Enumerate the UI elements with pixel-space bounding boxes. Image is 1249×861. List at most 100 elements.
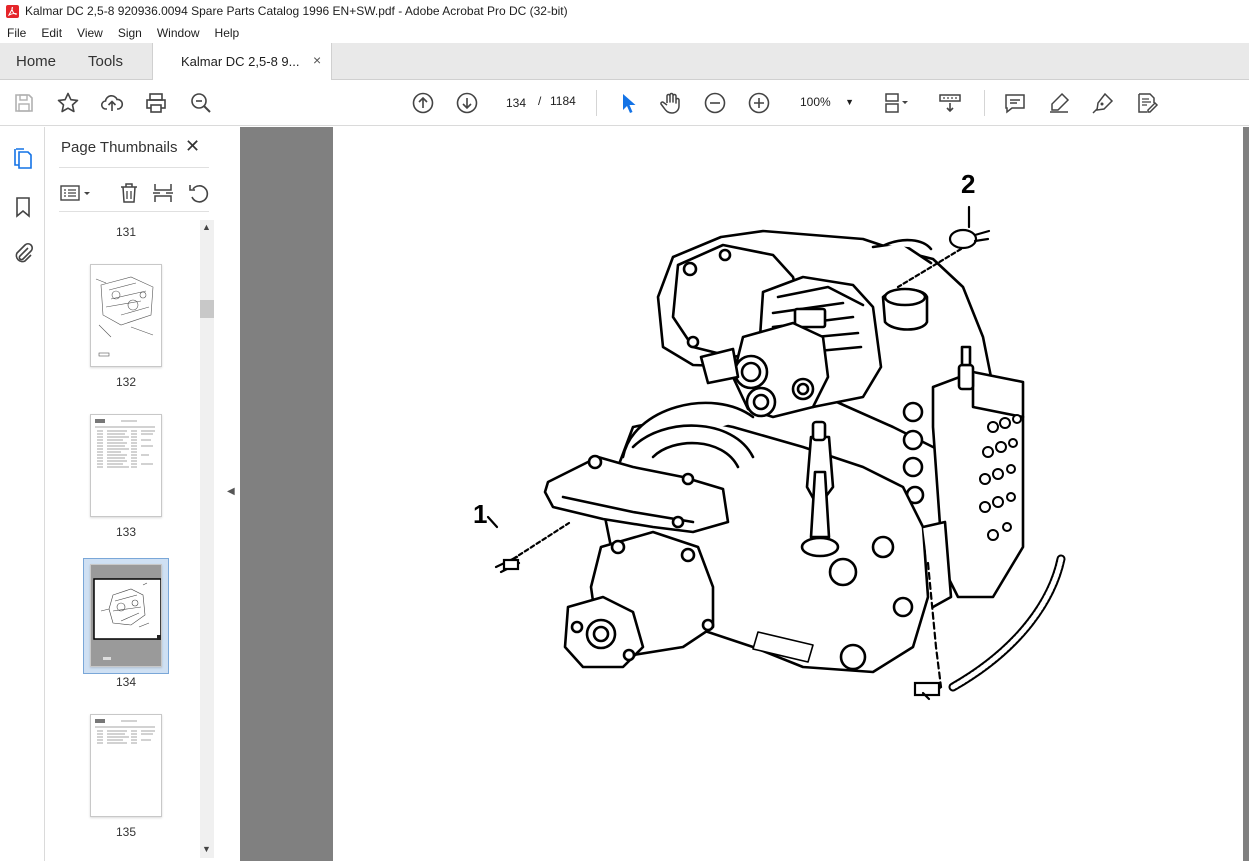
page-total: 1184 bbox=[550, 94, 576, 108]
panel-title: Page Thumbnails bbox=[61, 139, 178, 156]
save-icon bbox=[15, 94, 33, 112]
menu-window[interactable]: Window bbox=[150, 26, 208, 40]
thumbnail-page-133[interactable] bbox=[90, 414, 162, 517]
thumbnail-scrollbar[interactable]: ▲ ▼ bbox=[200, 220, 214, 858]
arrow-up-circle-icon bbox=[412, 92, 434, 114]
delete-page-button[interactable] bbox=[117, 181, 141, 205]
thumbnail-page-135[interactable] bbox=[90, 714, 162, 817]
rotate-icon bbox=[189, 185, 209, 203]
pdf-page: 1 2 bbox=[333, 127, 1243, 861]
toolbar-divider bbox=[984, 90, 985, 116]
arrow-down-circle-icon bbox=[456, 92, 478, 114]
collapse-panel-icon[interactable]: ◀ bbox=[227, 486, 235, 497]
bookmark-star-button[interactable] bbox=[56, 91, 80, 115]
save-button[interactable] bbox=[12, 91, 36, 115]
title-bar: Kalmar DC 2,5-8 920936.0094 Spare Parts … bbox=[0, 0, 1249, 22]
panel-toolbar bbox=[59, 181, 209, 209]
comment-button[interactable] bbox=[1003, 91, 1027, 115]
acrobat-app-icon bbox=[6, 4, 19, 18]
scroll-up-icon[interactable]: ▲ bbox=[202, 222, 211, 232]
minus-circle-icon bbox=[704, 92, 726, 114]
cloud-upload-icon bbox=[100, 95, 124, 111]
find-text-button[interactable] bbox=[189, 91, 213, 115]
hand-tool-button[interactable] bbox=[659, 91, 683, 115]
pages-icon bbox=[14, 148, 32, 169]
scroll-mode-button[interactable] bbox=[938, 91, 962, 115]
page-separator: / bbox=[538, 94, 542, 108]
comment-icon bbox=[1005, 94, 1025, 114]
toolbar-divider bbox=[596, 90, 597, 116]
chevron-down-icon: ▼ bbox=[845, 97, 854, 107]
thumbnail-label: 133 bbox=[115, 525, 137, 539]
plus-circle-icon bbox=[748, 92, 770, 114]
document-view: 1 2 bbox=[240, 127, 1249, 861]
attachments-toggle[interactable] bbox=[11, 241, 35, 265]
thumbnail-page-132[interactable] bbox=[90, 264, 162, 367]
printer-icon bbox=[146, 93, 166, 113]
panel-divider bbox=[59, 211, 209, 212]
window-title: Kalmar DC 2,5-8 920936.0094 Spare Parts … bbox=[25, 4, 568, 18]
thumbnail-label: 132 bbox=[115, 375, 137, 389]
scroll-down-icon[interactable]: ▼ bbox=[202, 844, 211, 854]
insert-page-button[interactable] bbox=[151, 181, 175, 205]
fit-page-icon bbox=[885, 93, 908, 113]
menu-help[interactable]: Help bbox=[208, 26, 248, 40]
edit-document-icon bbox=[1138, 93, 1159, 113]
share-upload-button[interactable] bbox=[100, 91, 124, 115]
bookmark-icon bbox=[16, 197, 30, 218]
tab-bar: Home Tools Kalmar DC 2,5-8 9... × bbox=[0, 43, 1249, 80]
page-display-button[interactable] bbox=[882, 91, 916, 115]
thumbnail-parts-list bbox=[95, 419, 155, 468]
keyboard-scroll-icon bbox=[939, 94, 961, 113]
print-button[interactable] bbox=[144, 91, 168, 115]
panel-close-icon[interactable]: ✕ bbox=[185, 136, 200, 157]
scrollbar-thumb[interactable] bbox=[200, 300, 214, 318]
fill-sign-button[interactable] bbox=[1091, 91, 1115, 115]
thumbnail-page-134[interactable] bbox=[90, 564, 162, 667]
previous-page-button[interactable] bbox=[411, 91, 435, 115]
menu-edit[interactable]: Edit bbox=[34, 26, 70, 40]
thumbnail-label: 134 bbox=[115, 675, 137, 689]
thumbnail-drawing bbox=[91, 565, 161, 666]
transmission-exploded-drawing: 1 2 bbox=[473, 169, 1066, 701]
main-toolbar: 134 / 1184 100% ▼ bbox=[0, 80, 1249, 126]
zoom-level-select[interactable]: 100% ▼ bbox=[790, 90, 862, 114]
zoom-out-button[interactable] bbox=[703, 91, 727, 115]
navigation-rail bbox=[0, 127, 45, 861]
thumbnail-label: 135 bbox=[115, 825, 137, 839]
menu-sign[interactable]: Sign bbox=[111, 26, 150, 40]
highlighter-pen-icon bbox=[1050, 92, 1070, 113]
page-thumbnails-panel: Page Thumbnails ✕ 131 132 133 134 135 bbox=[45, 127, 222, 861]
paperclip-icon bbox=[15, 242, 34, 263]
panel-splitter[interactable]: ◀ bbox=[222, 127, 240, 861]
page-number-input[interactable]: 134 bbox=[498, 90, 534, 114]
thumbnail-list: 131 132 133 134 135 bbox=[45, 215, 200, 861]
menu-view[interactable]: View bbox=[70, 26, 111, 40]
menu-file[interactable]: File bbox=[0, 26, 34, 40]
tab-home[interactable]: Home bbox=[16, 53, 56, 70]
highlight-button[interactable] bbox=[1047, 91, 1071, 115]
zoom-search-icon bbox=[191, 93, 211, 113]
edit-pdf-button[interactable] bbox=[1135, 91, 1159, 115]
zoom-level-value: 100% bbox=[800, 95, 831, 109]
thumbnail-options-button[interactable] bbox=[59, 181, 95, 205]
zoom-in-button[interactable] bbox=[747, 91, 771, 115]
select-tool-button[interactable] bbox=[616, 91, 640, 115]
callout-2-label: 2 bbox=[961, 169, 975, 199]
tab-tools[interactable]: Tools bbox=[88, 53, 123, 70]
page-thumbnails-toggle[interactable] bbox=[11, 147, 35, 171]
bookmarks-toggle[interactable] bbox=[11, 195, 35, 219]
star-icon bbox=[57, 92, 79, 113]
panel-divider bbox=[59, 167, 209, 168]
next-page-button[interactable] bbox=[455, 91, 479, 115]
tab-close-icon[interactable]: × bbox=[313, 52, 321, 68]
rotate-page-button[interactable] bbox=[187, 181, 211, 205]
thumbnail-drawing bbox=[95, 276, 154, 357]
hand-icon bbox=[660, 92, 680, 114]
menu-bar: File Edit View Sign Window Help bbox=[0, 22, 1249, 43]
tab-document-label: Kalmar DC 2,5-8 9... bbox=[181, 54, 300, 69]
tab-document[interactable]: Kalmar DC 2,5-8 9... × bbox=[152, 43, 332, 80]
insert-pages-icon bbox=[153, 184, 173, 202]
pen-nib-icon bbox=[1092, 92, 1114, 114]
options-menu-icon bbox=[60, 185, 90, 201]
